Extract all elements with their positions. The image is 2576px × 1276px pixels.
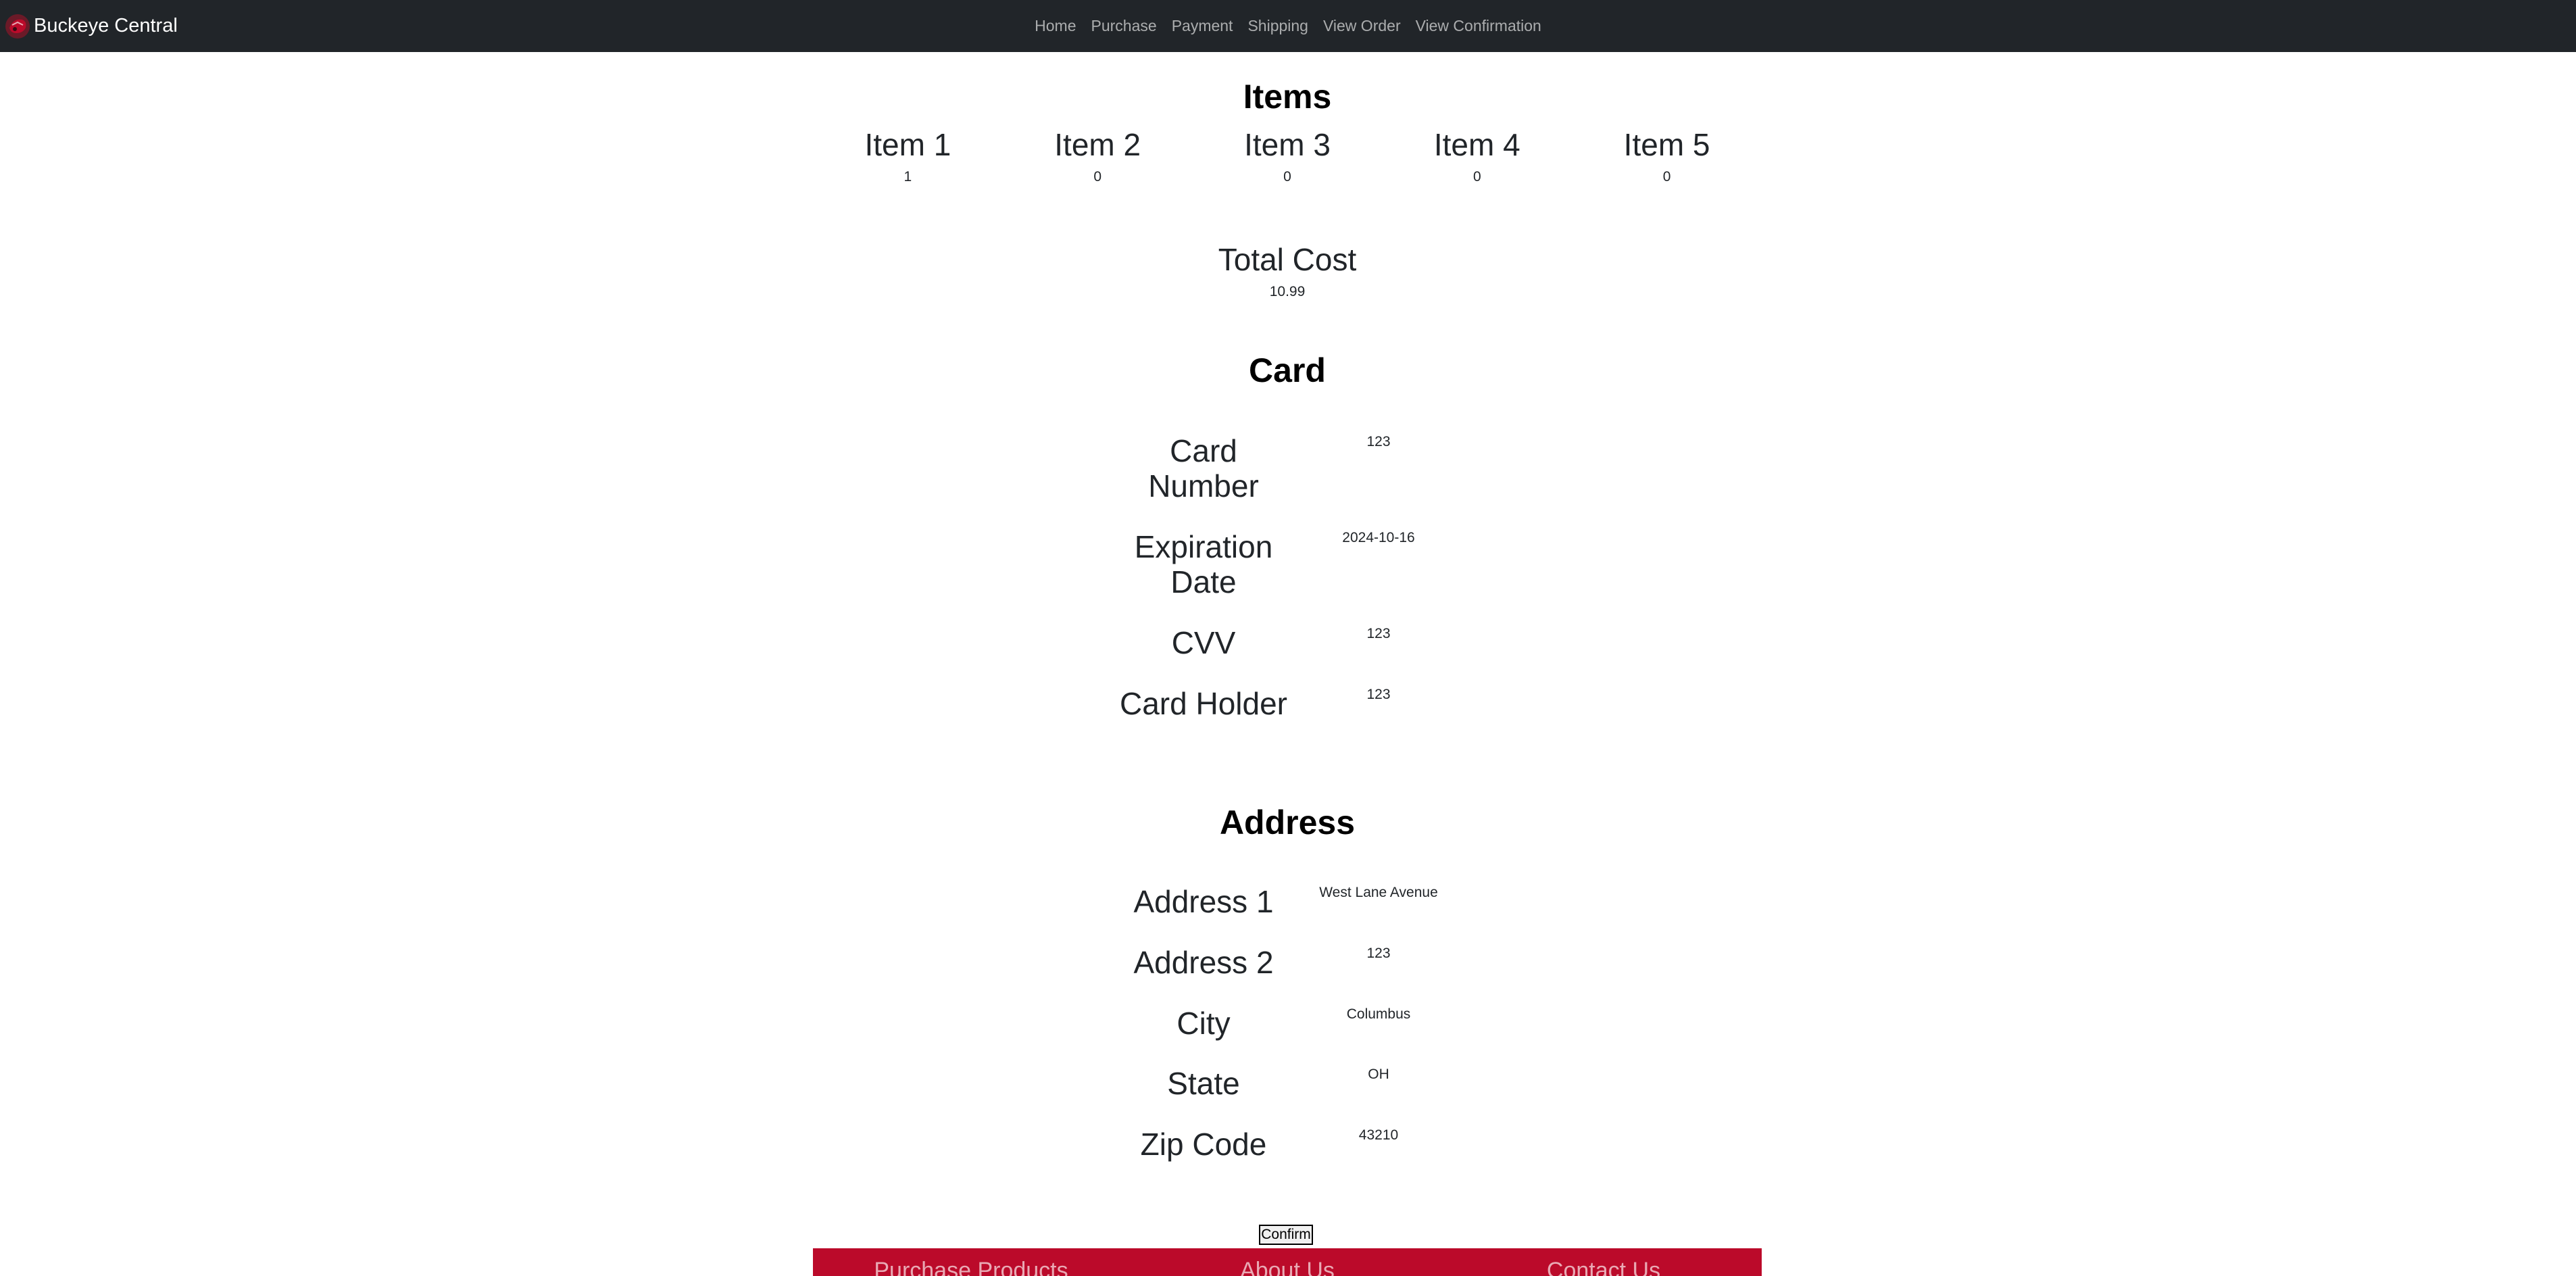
zip-code-label: Zip Code <box>1140 1127 1267 1162</box>
total-cost-block: Total Cost 10.99 <box>813 243 1762 300</box>
nav-link-home[interactable]: Home <box>1027 17 1083 35</box>
items-heading: Items <box>1243 78 1332 116</box>
nav-link-purchase[interactable]: Purchase <box>1084 17 1164 35</box>
address-2-label: Address 2 <box>1133 945 1274 980</box>
item-card: Item 2 0 <box>1003 128 1193 185</box>
nav-link-view-confirmation[interactable]: View Confirmation <box>1408 17 1549 35</box>
total-cost-label: Total Cost <box>1218 242 1357 277</box>
nav-link-shipping[interactable]: Shipping <box>1240 17 1316 35</box>
address-heading: Address <box>1219 804 1356 841</box>
item-quantity: 0 <box>1093 168 1102 185</box>
item-card: Item 3 0 <box>1193 128 1383 185</box>
item-card: Item 4 0 <box>1382 128 1572 185</box>
card-holder-value: 123 <box>1366 687 1391 702</box>
main-content: Items Item 1 1 Item 2 0 Item 3 0 Item 4 … <box>0 52 2576 1276</box>
footer-bar: Purchase Products About Us Contact Us <box>813 1248 1762 1276</box>
nav-link-view-order[interactable]: View Order <box>1316 17 1408 35</box>
address-1-value: West Lane Avenue <box>1319 885 1438 900</box>
item-name: Item 2 <box>1054 127 1141 162</box>
zip-code-value: 43210 <box>1358 1127 1399 1143</box>
card-heading: Card <box>1249 351 1326 389</box>
item-quantity: 0 <box>1662 168 1671 185</box>
item-name: Item 5 <box>1623 127 1710 162</box>
item-card: Item 1 1 <box>813 128 1003 185</box>
total-cost-value: 10.99 <box>1269 283 1306 299</box>
expiration-date-label: Expiration Date <box>1134 529 1273 599</box>
city-label: City <box>1176 1006 1231 1041</box>
items-row: Item 1 1 Item 2 0 Item 3 0 Item 4 0 Item… <box>813 128 1762 185</box>
cvv-label: CVV <box>1171 625 1236 660</box>
footer-link-contact-us[interactable]: Contact Us <box>1445 1248 1762 1276</box>
item-card: Item 5 0 <box>1572 128 1762 185</box>
address-1-label: Address 1 <box>1133 884 1274 919</box>
address-2-value: 123 <box>1366 946 1391 961</box>
item-name: Item 3 <box>1244 127 1331 162</box>
footer-link-about-us[interactable]: About Us <box>1129 1248 1445 1276</box>
item-quantity: 0 <box>1283 168 1291 185</box>
item-name: Item 4 <box>1433 127 1520 162</box>
card-number-label: Card Number <box>1148 433 1259 504</box>
card-number-value: 123 <box>1366 434 1391 449</box>
cvv-value: 123 <box>1366 626 1391 641</box>
state-label: State <box>1167 1066 1240 1101</box>
city-value: Columbus <box>1346 1006 1411 1022</box>
item-quantity: 1 <box>903 168 912 185</box>
card-holder-label: Card Holder <box>1120 686 1287 721</box>
expiration-date-value: 2024-10-16 <box>1342 530 1415 545</box>
order-summary-container: Items Item 1 1 Item 2 0 Item 3 0 Item 4 … <box>813 52 1762 1276</box>
confirm-button[interactable]: Confirm <box>1259 1225 1313 1245</box>
footer-link-purchase-products[interactable]: Purchase Products <box>813 1248 1129 1276</box>
item-quantity: 0 <box>1472 168 1481 185</box>
top-navbar: Buckeye Central Home Purchase Payment Sh… <box>0 0 2576 52</box>
nav-links: Home Purchase Payment Shipping View Orde… <box>0 0 2576 52</box>
nav-link-payment[interactable]: Payment <box>1164 17 1241 35</box>
item-name: Item 1 <box>864 127 951 162</box>
state-value: OH <box>1368 1066 1389 1082</box>
